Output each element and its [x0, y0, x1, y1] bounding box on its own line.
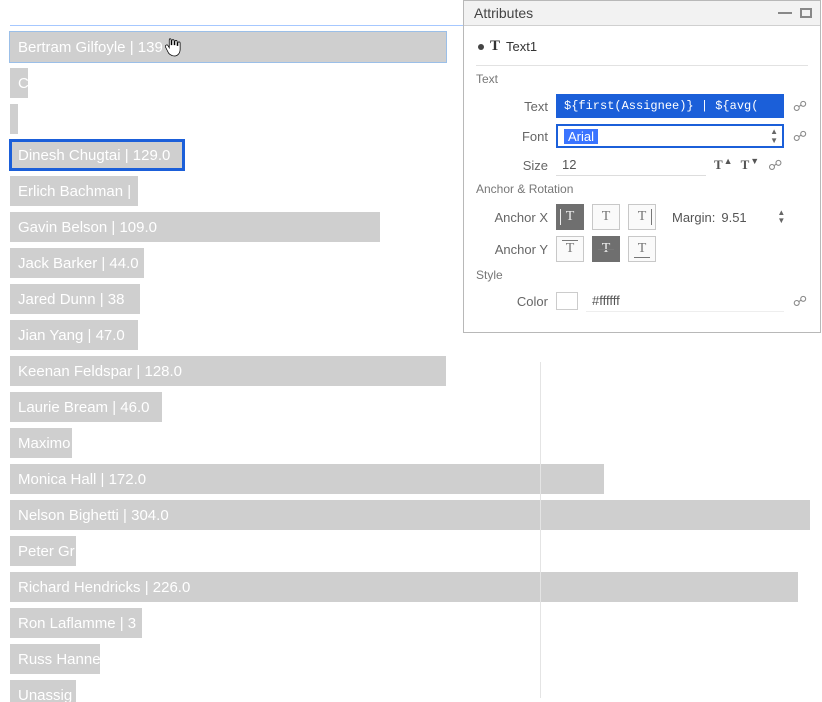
bar[interactable]: Peter Gr: [10, 536, 76, 566]
section-style-label: Style: [476, 268, 808, 282]
color-swatch[interactable]: [556, 292, 578, 310]
table-row[interactable]: Maximo: [10, 428, 810, 458]
size-field-label: Size: [476, 158, 548, 173]
bar-label: Monica Hall | 172.0: [18, 471, 146, 488]
margin-value[interactable]: 9.51: [721, 210, 771, 225]
bar-label: Gavin Belson | 109.0: [18, 219, 157, 236]
bar[interactable]: Unassig: [10, 680, 76, 702]
bar-label: Russ Hanne: [18, 651, 100, 668]
link-icon[interactable]: ☍: [767, 157, 783, 173]
selected-object-row[interactable]: T Text1: [478, 38, 808, 55]
bar[interactable]: Erlich Bachman |: [10, 176, 138, 206]
maximize-icon[interactable]: [800, 8, 812, 18]
color-field-label: Color: [476, 294, 548, 309]
text-object-icon: T: [490, 38, 500, 55]
table-row[interactable]: Ron Laflamme | 3: [10, 608, 810, 638]
bar[interactable]: Jian Yang | 47.0: [10, 320, 138, 350]
bar[interactable]: Keenan Feldspar | 128.0: [10, 356, 446, 386]
divider: [476, 65, 808, 66]
bar-label: Jared Dunn | 38: [18, 291, 124, 308]
anchor-x-label: Anchor X: [476, 210, 548, 225]
anchor-x-right-button[interactable]: T: [628, 204, 656, 230]
bar-label: Keenan Feldspar | 128.0: [18, 363, 182, 380]
color-field-input[interactable]: #ffffff: [586, 290, 784, 312]
bar[interactable]: Nelson Bighetti | 304.0: [10, 500, 810, 530]
bar[interactable]: Ron Laflamme | 3: [10, 608, 142, 638]
bullet-icon: [478, 44, 484, 50]
bar-label: Dinesh Chugtai | 129.0: [18, 147, 170, 164]
table-row[interactable]: Nelson Bighetti | 304.0: [10, 500, 810, 530]
table-row[interactable]: Unassig: [10, 680, 810, 702]
size-field-value: 12: [562, 157, 576, 172]
bar-label: Ron Laflamme | 3: [18, 615, 136, 632]
table-row[interactable]: Peter Gr: [10, 536, 810, 566]
size-field-input[interactable]: 12: [556, 154, 706, 176]
bar-label: Unassig: [18, 687, 72, 702]
bar-label: Erlich Bachman |: [18, 183, 131, 200]
margin-stepper[interactable]: ▲▼: [777, 209, 785, 225]
table-row[interactable]: Laurie Bream | 46.0: [10, 392, 810, 422]
text-field-value: ${first(Assignee)} | ${avg(: [564, 99, 758, 113]
margin-label: Margin:: [672, 210, 715, 225]
bar[interactable]: Richard Hendricks | 226.0: [10, 572, 798, 602]
anchor-x-left-button[interactable]: T: [556, 204, 584, 230]
bar-label: Richard Hendricks | 226.0: [18, 579, 190, 596]
table-row[interactable]: Keenan Feldspar | 128.0: [10, 356, 810, 386]
section-anchor-label: Anchor & Rotation: [476, 182, 808, 196]
bar-label: Laurie Bream | 46.0: [18, 399, 149, 416]
bar[interactable]: Jack Barker | 44.0: [10, 248, 144, 278]
bar[interactable]: [10, 104, 18, 134]
text-field-input[interactable]: ${first(Assignee)} | ${avg(: [556, 94, 784, 118]
section-text-label: Text: [476, 72, 808, 86]
anchor-y-label: Anchor Y: [476, 242, 548, 257]
bar-label: Bertram Gilfoyle | 139: [18, 39, 163, 56]
center-guide: [540, 362, 541, 698]
bar[interactable]: Gavin Belson | 109.0: [10, 212, 380, 242]
size-decrease-button[interactable]: T▼: [741, 157, 760, 173]
font-field-label: Font: [476, 129, 548, 144]
font-field-value: Arial: [564, 129, 598, 144]
selected-object-name: Text1: [506, 39, 537, 54]
dropdown-icon[interactable]: ▲▼: [770, 126, 778, 146]
font-field-input[interactable]: Arial ▲▼: [556, 124, 784, 148]
text-field-label: Text: [476, 99, 548, 114]
bar-label: Jian Yang | 47.0: [18, 327, 125, 344]
attributes-panel: Attributes T Text1 Text Text ${first(Ass…: [463, 0, 821, 333]
bar-label: Maximo: [18, 435, 71, 452]
color-field-value: #ffffff: [592, 293, 620, 308]
bar-label: Nelson Bighetti | 304.0: [18, 507, 169, 524]
bar[interactable]: Dinesh Chugtai | 129.0: [10, 140, 184, 170]
bar[interactable]: Monica Hall | 172.0: [10, 464, 604, 494]
bar[interactable]: C: [10, 68, 28, 98]
panel-title: Attributes: [474, 5, 533, 21]
bar[interactable]: Bertram Gilfoyle | 139: [10, 32, 446, 62]
bar-label: Jack Barker | 44.0: [18, 255, 139, 272]
anchor-x-center-button[interactable]: T: [592, 204, 620, 230]
link-icon[interactable]: ☍: [792, 98, 808, 114]
anchor-y-bottom-button[interactable]: T: [628, 236, 656, 262]
bar[interactable]: Jared Dunn | 38: [10, 284, 140, 314]
table-row[interactable]: Russ Hanne: [10, 644, 810, 674]
bar-label: C: [18, 75, 28, 92]
bar[interactable]: Russ Hanne: [10, 644, 100, 674]
minimize-icon[interactable]: [778, 12, 792, 14]
panel-header[interactable]: Attributes: [464, 1, 820, 26]
link-icon[interactable]: ☍: [792, 293, 808, 309]
size-increase-button[interactable]: T▲: [714, 157, 733, 173]
bar[interactable]: Maximo: [10, 428, 72, 458]
table-row[interactable]: Richard Hendricks | 226.0: [10, 572, 810, 602]
anchor-y-top-button[interactable]: T: [556, 236, 584, 262]
bar-label: Peter Gr: [18, 543, 75, 560]
link-icon[interactable]: ☍: [792, 128, 808, 144]
anchor-y-middle-button[interactable]: T: [592, 236, 620, 262]
bar[interactable]: Laurie Bream | 46.0: [10, 392, 162, 422]
table-row[interactable]: Monica Hall | 172.0: [10, 464, 810, 494]
